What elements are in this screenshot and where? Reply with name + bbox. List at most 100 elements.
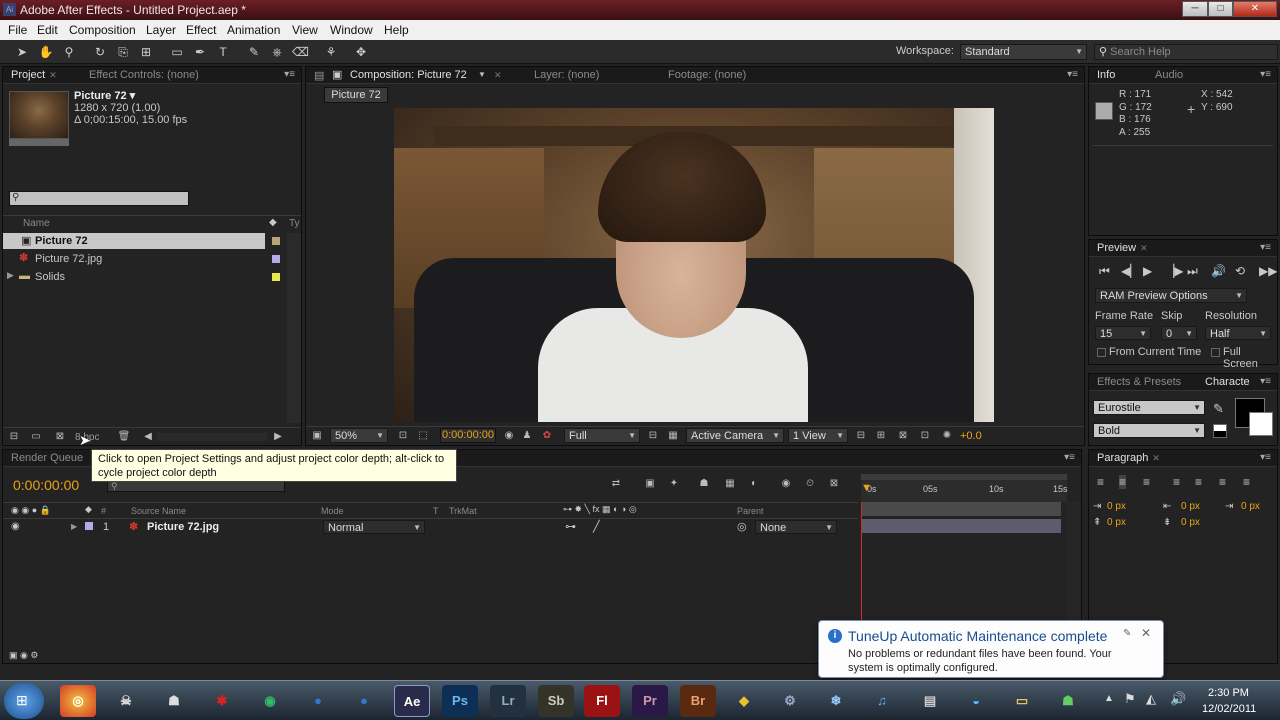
close-tab-icon[interactable]: ✕	[494, 70, 502, 81]
photoshop-taskbar-icon[interactable]: Ps	[442, 685, 478, 717]
project-row-picture72-jpg[interactable]: ✽ Picture 72.jpg	[3, 251, 303, 267]
scroll-left-icon[interactable]: ◀	[141, 431, 155, 443]
panel-menu-icon[interactable]: ▾≡	[1067, 69, 1078, 80]
menu-window[interactable]: Window	[330, 23, 373, 37]
selection-tool-icon[interactable]: ➤	[14, 44, 30, 60]
parent-header[interactable]: Parent	[737, 506, 764, 516]
full-screen-checkbox[interactable]	[1211, 348, 1220, 357]
skip-dropdown[interactable]: 0 ▼	[1161, 326, 1197, 340]
horizontal-scrollbar[interactable]	[157, 433, 267, 441]
menu-effect[interactable]: Effect	[186, 23, 216, 37]
resolution-dropdown[interactable]: Full ▼	[564, 428, 640, 443]
parent-dropdown[interactable]: None ▼	[755, 520, 837, 534]
timeline-timecode[interactable]: 0:00:00:00	[13, 477, 79, 493]
loop-icon[interactable]: ⟲	[1235, 264, 1245, 278]
timeline-icon[interactable]: ⊠	[896, 430, 910, 442]
close-icon[interactable]: ✕	[1141, 626, 1151, 640]
pen-tool-icon[interactable]: ✒	[192, 44, 208, 60]
comp-flowchart-icon[interactable]: ⊡	[918, 430, 932, 442]
tab-character[interactable]: Characte	[1205, 376, 1250, 388]
draft-3d-icon[interactable]: ✦	[667, 478, 681, 490]
roto-brush-tool-icon[interactable]: ⚘	[323, 44, 339, 60]
toggle-pixel-aspect-icon[interactable]: ⊟	[854, 430, 868, 442]
rectangle-tool-icon[interactable]: ▭	[169, 44, 185, 60]
panel-menu-icon[interactable]: ▾≡	[1260, 69, 1271, 80]
label-color-swatch[interactable]	[272, 273, 280, 281]
taskbar-app-icon[interactable]: ☗	[1050, 685, 1086, 717]
flash-taskbar-icon[interactable]: Fl	[584, 685, 620, 717]
label-color-swatch[interactable]	[272, 237, 280, 245]
trash-icon[interactable]: 🗑	[117, 431, 131, 443]
panel-menu-icon[interactable]: ▾≡	[284, 69, 295, 80]
previous-frame-icon[interactable]: ◀▏	[1121, 264, 1139, 278]
tab-footage[interactable]: Footage: (none)	[668, 69, 746, 81]
play-icon[interactable]: ▶	[1143, 264, 1152, 278]
rotation-tool-icon[interactable]: ↻	[92, 44, 108, 60]
lock-icon[interactable]: ▤	[314, 69, 324, 82]
panel-menu-icon[interactable]: ▾≡	[1260, 376, 1271, 387]
layer-label-swatch[interactable]	[85, 522, 93, 530]
maximize-button[interactable]: □	[1208, 1, 1233, 17]
trkmat-header[interactable]: TrkMat	[449, 506, 477, 516]
taskbar-app-icon[interactable]: ●	[300, 685, 336, 717]
type-tool-icon[interactable]: T	[215, 44, 231, 60]
source-name-header[interactable]: Source Name	[131, 506, 186, 516]
justify-right-icon[interactable]: ≡	[1219, 475, 1226, 489]
minimize-button[interactable]: ─	[1182, 1, 1208, 17]
clock-time[interactable]: 2:30 PM	[1208, 687, 1249, 699]
menu-edit[interactable]: Edit	[37, 23, 58, 37]
justify-all-icon[interactable]: ≡	[1243, 475, 1250, 489]
eyedropper-icon[interactable]: ✎	[1213, 401, 1224, 417]
viewer-timecode[interactable]: 0:00:00:00	[440, 428, 496, 443]
expand-arrow-icon[interactable]: ▶	[71, 522, 77, 531]
hide-shy-layers-icon[interactable]: ☗	[697, 478, 711, 490]
last-frame-icon[interactable]: ⏭	[1187, 264, 1198, 279]
taskbar-app-icon[interactable]: ☗	[156, 685, 192, 717]
justify-center-icon[interactable]: ≡	[1195, 475, 1202, 489]
auto-keyframe-icon[interactable]: ⏲	[803, 478, 817, 490]
menu-animation[interactable]: Animation	[227, 23, 280, 37]
eraser-tool-icon[interactable]: ⌫	[292, 44, 309, 60]
font-family-dropdown[interactable]: Eurostile ▼	[1093, 400, 1205, 415]
chevron-down-icon[interactable]: ▼	[478, 70, 486, 79]
tuneup-notification[interactable]: i TuneUp Automatic Maintenance complete …	[818, 620, 1164, 678]
panel-menu-icon[interactable]: ▾≡	[1260, 452, 1271, 463]
show-snapshot-icon[interactable]: ♟	[520, 430, 534, 442]
quality-switch-icon[interactable]: ╱	[593, 520, 600, 533]
live-update-icon[interactable]: ▣	[643, 478, 657, 490]
column-type-header[interactable]: Ty	[289, 218, 300, 229]
comp-mini-flowchart-icon[interactable]: ⇄	[609, 478, 623, 490]
project-item-title[interactable]: Picture 72 ▾	[74, 89, 135, 102]
tab-layer[interactable]: Layer: (none)	[534, 69, 599, 81]
project-scrollbar[interactable]	[287, 233, 301, 423]
menu-layer[interactable]: Layer	[146, 23, 176, 37]
tray-app-icon[interactable]: ◭	[1146, 691, 1156, 707]
region-of-interest-icon[interactable]: ⊟	[646, 430, 660, 442]
visibility-eye-icon[interactable]: ◉	[11, 521, 20, 532]
project-row-picture72[interactable]: ▣ Picture 72	[3, 233, 303, 249]
puppet-tool-icon[interactable]: ✥	[353, 44, 369, 60]
mode-header[interactable]: Mode	[321, 506, 344, 516]
brush-tool-icon[interactable]: ✎	[246, 44, 262, 60]
after-effects-taskbar-icon[interactable]: Ae	[394, 685, 430, 717]
label-color-swatch[interactable]	[272, 255, 280, 263]
start-button[interactable]: ⊞	[4, 683, 44, 719]
tab-project[interactable]: Project ✕	[11, 69, 57, 81]
next-frame-icon[interactable]: ▕▶	[1165, 264, 1183, 278]
volume-icon[interactable]: 🔊	[1170, 691, 1186, 707]
taskbar-app-icon[interactable]: ❄	[818, 685, 854, 717]
taskbar-app-icon[interactable]: ◆	[726, 685, 762, 717]
expand-arrow-icon[interactable]: ▶	[7, 270, 14, 281]
tab-effect-controls[interactable]: Effect Controls: (none)	[89, 69, 199, 81]
comp-name-tab[interactable]: Picture 72	[324, 87, 388, 103]
snapshot-icon[interactable]: ◉	[502, 430, 516, 442]
safe-margins-icon[interactable]: ⬚	[416, 430, 430, 442]
space-after-value[interactable]: 0 px	[1181, 517, 1200, 528]
layer-mode-dropdown[interactable]: Normal ▼	[323, 520, 425, 534]
tab-audio[interactable]: Audio	[1155, 69, 1183, 81]
menu-composition[interactable]: Composition	[69, 23, 136, 37]
camera-dropdown[interactable]: Active Camera ▼	[686, 428, 784, 443]
itunes-icon[interactable]: ♫	[864, 685, 900, 717]
camera-tool-icon[interactable]: ⎘	[115, 44, 131, 60]
motion-blur-icon[interactable]: ◐	[747, 478, 761, 490]
